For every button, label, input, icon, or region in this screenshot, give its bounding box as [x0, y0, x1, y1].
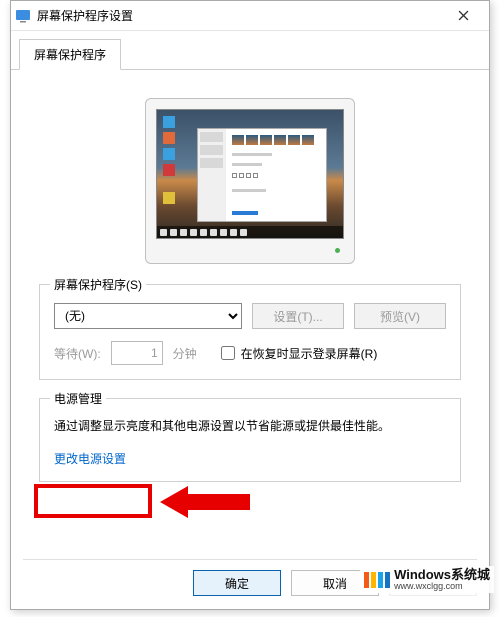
- preview-screen: [156, 109, 344, 239]
- tab-screensaver[interactable]: 屏幕保护程序: [19, 39, 121, 70]
- close-button[interactable]: [441, 2, 485, 30]
- desktop-icon: [163, 116, 175, 128]
- wait-unit: 分钟: [173, 345, 197, 362]
- power-description: 通过调整显示亮度和其他电源设置以节省能源或提供最佳性能。: [54, 417, 446, 436]
- watermark-brand: Windows系统城: [394, 568, 490, 581]
- desktop-icon: [163, 132, 175, 144]
- window-title: 屏幕保护程序设置: [37, 7, 441, 24]
- change-power-settings-link[interactable]: 更改电源设置: [54, 450, 126, 467]
- group-power: 电源管理 通过调整显示亮度和其他电源设置以节省能源或提供最佳性能。 更改电源设置: [39, 398, 461, 482]
- power-led: [335, 248, 340, 253]
- watermark-logo: [364, 572, 390, 588]
- preview-button[interactable]: 预览(V): [354, 303, 446, 329]
- preview-window: [197, 128, 327, 222]
- desktop-icon: [163, 192, 175, 204]
- wait-spinner[interactable]: 1: [111, 341, 163, 365]
- screensaver-settings-dialog: 屏幕保护程序设置 屏幕保护程序: [10, 0, 490, 610]
- annotation-arrow: [160, 480, 250, 524]
- desktop-icon: [163, 164, 175, 176]
- resume-login-checkbox[interactable]: 在恢复时显示登录屏幕(R): [221, 345, 378, 362]
- group-screensaver: 屏幕保护程序(S) (无) 设置(T)... 预览(V) 等待(W): 1 分钟…: [39, 284, 461, 380]
- ok-button[interactable]: 确定: [193, 570, 281, 596]
- taskbar: [157, 226, 343, 238]
- window-icon: [15, 8, 31, 24]
- watermark-url: www.wxclgg.com: [394, 581, 490, 591]
- content: 屏幕保护程序(S) (无) 设置(T)... 预览(V) 等待(W): 1 分钟…: [11, 70, 489, 510]
- watermark: Windows系统城 www.wxclgg.com: [360, 566, 494, 593]
- wait-label: 等待(W):: [54, 345, 101, 362]
- monitor-preview: [39, 86, 461, 284]
- resume-login-input[interactable]: [221, 346, 235, 360]
- tabstrip: 屏幕保护程序: [11, 31, 489, 70]
- titlebar: 屏幕保护程序设置: [11, 1, 489, 31]
- group-legend: 电源管理: [50, 390, 106, 407]
- desktop-icon: [163, 148, 175, 160]
- group-legend: 屏幕保护程序(S): [50, 276, 146, 293]
- screensaver-select[interactable]: (无): [54, 303, 242, 329]
- settings-button[interactable]: 设置(T)...: [252, 303, 344, 329]
